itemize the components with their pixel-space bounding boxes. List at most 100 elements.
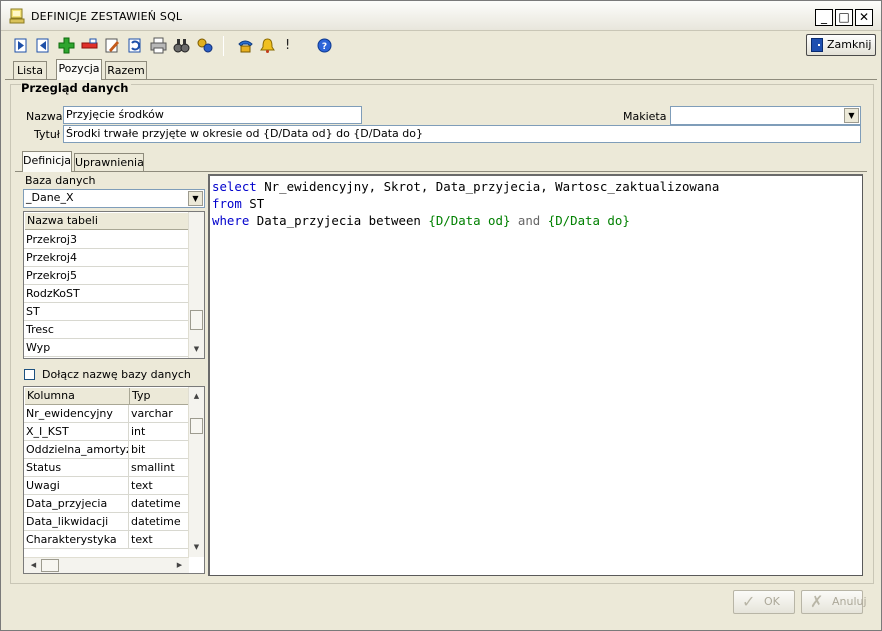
table-row[interactable]: Data_przyjecia datetime: [24, 495, 189, 513]
tables-list[interactable]: Nazwa tabeli Przekroj3 Przekroj4 Przekro…: [23, 211, 205, 359]
sql-keyword: select: [212, 179, 257, 194]
tab-lista[interactable]: Lista: [13, 61, 47, 80]
append-db-checkbox[interactable]: [24, 369, 35, 380]
scroll-thumb[interactable]: [41, 559, 59, 572]
column-type: int: [128, 423, 189, 441]
settings-icon[interactable]: [196, 37, 213, 54]
sql-keyword: where: [212, 213, 250, 228]
scroll-down-icon[interactable]: ▼: [189, 540, 204, 555]
ok-button[interactable]: ✓ OK: [733, 590, 795, 614]
table-name: Wyp: [26, 341, 51, 354]
column-type: bit: [128, 441, 189, 459]
scroll-up-icon[interactable]: ▲: [189, 389, 204, 404]
svg-text:?: ?: [322, 42, 327, 52]
tab-definicja[interactable]: Definicja: [22, 151, 72, 172]
nazwa-label: Nazwa: [26, 110, 63, 123]
find-icon[interactable]: [173, 37, 190, 54]
list-item[interactable]: ST: [24, 303, 188, 321]
cancel-label: Anuluj: [832, 595, 867, 608]
sql-operator: and: [510, 213, 548, 228]
tables-header[interactable]: Nazwa tabeli: [25, 213, 189, 230]
tab-razem[interactable]: Razem: [105, 61, 147, 80]
minimize-button[interactable]: _: [815, 9, 833, 26]
prev-record-icon[interactable]: [35, 37, 52, 54]
group-title: Przegląd danych: [21, 81, 132, 95]
column-name: Nr_ewidencyjny: [26, 407, 113, 420]
scroll-left-icon[interactable]: ◀: [26, 558, 41, 573]
makieta-label: Makieta: [623, 110, 667, 123]
makieta-select[interactable]: ▼: [670, 106, 861, 125]
database-select[interactable]: _Dane_X ▼: [23, 189, 205, 208]
tab-uprawnienia[interactable]: Uprawnienia: [74, 153, 144, 172]
tables-scrollbar[interactable]: ▼: [188, 212, 204, 358]
edit-icon[interactable]: [104, 37, 121, 54]
sql-text: Nr_ewidencyjny, Skrot, Data_przyjecia, W…: [256, 179, 720, 194]
sql-parameter: {D/Data od}: [428, 213, 511, 228]
help-icon[interactable]: ?: [316, 37, 333, 54]
columns-hscrollbar[interactable]: ◀ ▶: [24, 557, 189, 573]
maximize-button[interactable]: □: [835, 9, 853, 26]
table-name: RodzKoST: [26, 287, 80, 300]
table-name: Przekroj3: [26, 233, 77, 246]
sql-text: ST: [241, 196, 265, 211]
column-name: Oddzielna_amortyzacja: [26, 443, 128, 456]
app-icon: [9, 8, 25, 24]
sql-text: Data_przyjecia between: [249, 213, 429, 228]
list-item[interactable]: Przekroj4: [24, 249, 188, 267]
column-type: datetime: [128, 495, 189, 513]
add-icon[interactable]: [58, 37, 75, 54]
list-item[interactable]: Przekroj3: [24, 231, 188, 249]
first-record-icon[interactable]: [13, 37, 30, 54]
table-row[interactable]: X_I_KST int: [24, 423, 189, 441]
scroll-thumb[interactable]: [190, 418, 203, 434]
table-row[interactable]: Oddzielna_amortyzacjabit: [24, 441, 189, 459]
column-name: Status: [26, 461, 62, 474]
list-item[interactable]: Tresc: [24, 321, 188, 339]
table-row[interactable]: Nr_ewidencyjny varchar: [24, 405, 189, 423]
tab-pozycja[interactable]: Pozycja: [56, 59, 102, 80]
table-name: ST: [26, 305, 40, 318]
list-item[interactable]: Wyp: [24, 339, 188, 357]
table-row[interactable]: Charakterystyka text: [24, 531, 189, 549]
nazwa-field[interactable]: Przyjęcie środków: [63, 106, 362, 124]
exclamation-icon[interactable]: !: [285, 37, 302, 54]
close-button[interactable]: ✕: [855, 9, 873, 26]
column-header-typ[interactable]: Typ: [130, 388, 189, 405]
scroll-down-icon[interactable]: ▼: [189, 342, 204, 357]
column-header-kolumna[interactable]: Kolumna: [25, 388, 130, 405]
column-type: datetime: [128, 513, 189, 531]
append-db-label: Dołącz nazwę bazy danych: [42, 368, 191, 381]
scroll-right-icon[interactable]: ▶: [172, 558, 187, 573]
refresh-icon[interactable]: [127, 37, 144, 54]
columns-vscrollbar[interactable]: ▲ ▼: [188, 387, 204, 557]
sql-editor[interactable]: select Nr_ewidencyjny, Skrot, Data_przyj…: [208, 174, 863, 576]
tytul-label: Tytuł: [34, 128, 60, 141]
tytul-field[interactable]: Środki trwałe przyjęte w okresie od {D/D…: [63, 125, 861, 143]
bell-icon[interactable]: [259, 37, 276, 54]
delete-icon[interactable]: [81, 37, 98, 54]
toolbar-separator: [223, 36, 224, 56]
sql-line-2: from ST: [212, 195, 862, 212]
scroll-thumb[interactable]: [190, 310, 203, 330]
list-item[interactable]: RodzKoST: [24, 285, 188, 303]
phone-icon[interactable]: [237, 37, 254, 54]
main-window: DEFINICJE ZESTAWIEŃ SQL _ □ ✕ ! ? Zamkni…: [0, 0, 882, 631]
chevron-down-icon[interactable]: ▼: [844, 108, 859, 123]
exit-door-icon: [811, 38, 823, 52]
print-icon[interactable]: [150, 37, 167, 54]
cancel-button[interactable]: ✗ Anuluj: [801, 590, 867, 614]
chevron-down-icon[interactable]: ▼: [188, 191, 203, 206]
sql-keyword: from: [212, 196, 242, 211]
columns-list[interactable]: Kolumna Typ Nr_ewidencyjny varchar X_I_KS…: [23, 386, 205, 574]
table-row[interactable]: Data_likwidacji datetime: [24, 513, 189, 531]
table-name: Przekroj5: [26, 269, 77, 282]
column-type: text: [128, 477, 189, 495]
close-form-button[interactable]: Zamknij: [806, 34, 876, 56]
list-item[interactable]: Przekroj5: [24, 267, 188, 285]
table-row[interactable]: Uwagi text: [24, 477, 189, 495]
cancel-x-icon: ✗: [810, 592, 824, 611]
column-name: Data_likwidacji: [26, 515, 109, 528]
database-value: _Dane_X: [26, 191, 74, 204]
table-row[interactable]: Status smallint: [24, 459, 189, 477]
title-bar[interactable]: DEFINICJE ZESTAWIEŃ SQL _ □ ✕: [1, 1, 881, 31]
